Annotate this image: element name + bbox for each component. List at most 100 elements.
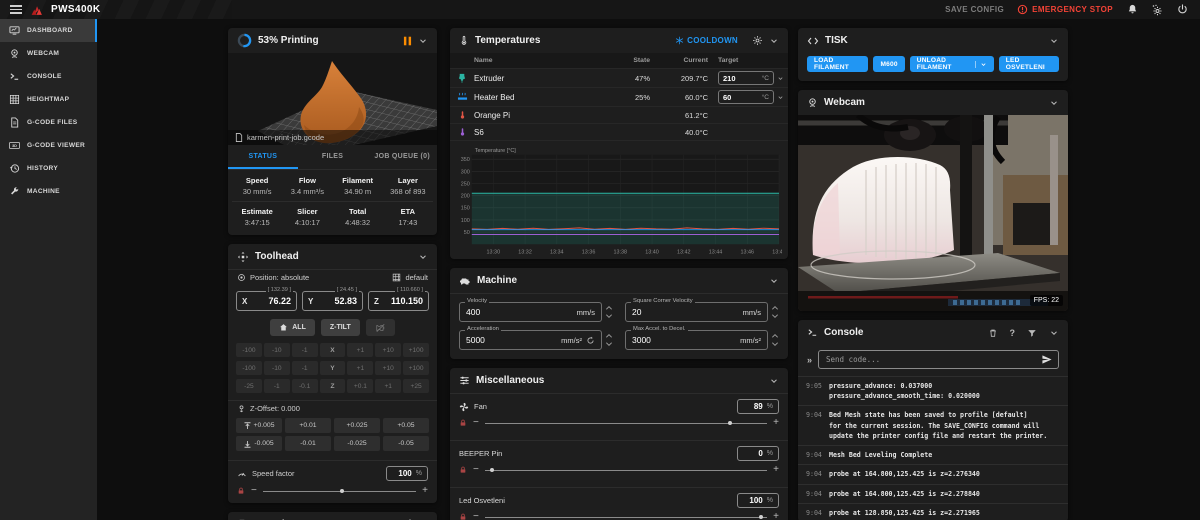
stepper-buttons[interactable]: [605, 333, 613, 347]
z-offset-down-button[interactable]: -0.05: [383, 436, 429, 451]
beeper-pin-input[interactable]: 0 %: [737, 446, 779, 461]
plus-button[interactable]: +: [773, 418, 779, 428]
z-tilt-button[interactable]: Z-TILT: [321, 319, 360, 336]
cooldown-button[interactable]: COOLDOWN: [675, 36, 738, 45]
home-all-button[interactable]: ALL: [270, 319, 315, 336]
help-icon[interactable]: ?: [1010, 328, 1016, 338]
axis-z-box[interactable]: [ 110.660 ] Z 110.150: [368, 291, 429, 311]
menu-icon[interactable]: [10, 5, 22, 14]
z-offset-down-button[interactable]: -0.005: [236, 436, 282, 451]
tab-job-queue[interactable]: JOB QUEUE (0): [367, 145, 437, 169]
sidebar-item-gcode-viewer[interactable]: 3D G-CODE VIEWER: [0, 134, 97, 157]
chevron-down-icon[interactable]: [1049, 328, 1059, 338]
jog-button[interactable]: -1: [264, 379, 290, 393]
led-osvetleni-input[interactable]: 100 %: [737, 493, 779, 508]
jog-button[interactable]: +1: [347, 361, 373, 375]
sidebar-item-dashboard[interactable]: DASHBOARD: [0, 19, 97, 42]
unload-filament-button[interactable]: UNLOAD FILAMENT: [910, 56, 994, 72]
jog-button[interactable]: -0.1: [292, 379, 318, 393]
chevron-down-icon[interactable]: [777, 94, 784, 101]
jog-button[interactable]: -100: [236, 343, 262, 357]
velocity-input[interactable]: Velocity 400 mm/s: [459, 302, 602, 322]
chevron-down-icon[interactable]: [1049, 98, 1059, 108]
jog-button[interactable]: -100: [236, 361, 262, 375]
chevron-down-icon[interactable]: [418, 252, 428, 262]
jog-button[interactable]: +1: [347, 343, 373, 357]
motors-off-button[interactable]: [366, 319, 395, 336]
square-corner-velocity-input[interactable]: Square Corner Velocity 20 mm/s: [625, 302, 768, 322]
minus-button[interactable]: −: [473, 418, 479, 428]
emergency-stop-button[interactable]: EMERGENCY STOP: [1017, 4, 1113, 15]
plus-button[interactable]: +: [773, 465, 779, 475]
chevron-down-icon[interactable]: [769, 276, 779, 286]
beeper-slider[interactable]: [485, 465, 767, 475]
lock-icon[interactable]: [459, 466, 467, 474]
lock-icon[interactable]: [459, 419, 467, 427]
console-log[interactable]: 9:05 pressure_advance: 0.037000 pressure…: [798, 376, 1068, 520]
target-temp-input[interactable]: 210 °C: [718, 71, 774, 85]
plus-button[interactable]: +: [422, 486, 428, 496]
console-input[interactable]: [818, 350, 1059, 369]
chevron-down-icon[interactable]: [769, 36, 779, 46]
sidebar-item-history[interactable]: HISTORY: [0, 157, 97, 180]
save-config-button[interactable]: SAVE CONFIG: [945, 5, 1004, 14]
tab-files[interactable]: FILES: [298, 145, 368, 169]
speed-factor-input[interactable]: 100 %: [386, 466, 428, 481]
lock-icon[interactable]: [459, 513, 467, 520]
jog-button[interactable]: -1: [292, 343, 318, 357]
fan-input[interactable]: 89 %: [737, 399, 779, 414]
settings-icon[interactable]: [1151, 4, 1163, 16]
z-offset-up-button[interactable]: +0.025: [334, 418, 380, 433]
dropdown-arrow-icon[interactable]: [975, 61, 987, 68]
minus-button[interactable]: −: [473, 512, 479, 520]
axis-y-box[interactable]: [ 24.45 ] Y 52.83: [302, 291, 363, 311]
minus-button[interactable]: −: [473, 465, 479, 475]
jog-button[interactable]: +10: [375, 343, 401, 357]
sidebar-item-gcode-files[interactable]: G-CODE FILES: [0, 111, 97, 134]
stepper-buttons[interactable]: [771, 305, 779, 319]
reset-icon[interactable]: [586, 336, 595, 345]
plus-button[interactable]: +: [773, 512, 779, 520]
z-offset-up-button[interactable]: +0.005: [236, 418, 282, 433]
jog-button[interactable]: +0.1: [347, 379, 373, 393]
send-icon[interactable]: [1041, 354, 1053, 365]
bed-mesh-profile-label[interactable]: default: [405, 273, 428, 282]
target-temp-input[interactable]: 60 °C: [718, 90, 774, 104]
jog-button[interactable]: +25: [403, 379, 429, 393]
jog-button[interactable]: -10: [264, 343, 290, 357]
gear-icon[interactable]: [752, 35, 763, 46]
jog-button[interactable]: -10: [264, 361, 290, 375]
stepper-buttons[interactable]: [771, 333, 779, 347]
led-osvetleni-button[interactable]: LED OSVETLENI: [999, 56, 1059, 72]
load-filament-button[interactable]: LOAD FILAMENT: [807, 56, 868, 72]
power-icon[interactable]: [1176, 4, 1188, 16]
jog-button[interactable]: +1: [375, 379, 401, 393]
speed-factor-slider[interactable]: [263, 486, 416, 496]
stepper-buttons[interactable]: [605, 305, 613, 319]
sidebar-item-webcam[interactable]: WEBCAM: [0, 42, 97, 65]
chevron-down-icon[interactable]: [769, 376, 779, 386]
z-offset-down-button[interactable]: -0.01: [285, 436, 331, 451]
led-slider[interactable]: [485, 512, 767, 520]
sidebar-item-machine[interactable]: MACHINE: [0, 180, 97, 203]
acceleration-input[interactable]: Acceleration 5000 mm/s²: [459, 330, 602, 350]
chevron-down-icon[interactable]: [418, 36, 428, 46]
sidebar-item-heightmap[interactable]: HEIGHTMAP: [0, 88, 97, 111]
z-offset-up-button[interactable]: +0.01: [285, 418, 331, 433]
fan-slider[interactable]: [485, 418, 767, 428]
lock-icon[interactable]: [237, 487, 245, 495]
chevron-down-icon[interactable]: [1049, 36, 1059, 46]
max-accel-to-decel-input[interactable]: Max Accel. to Decel. 3000 mm/s²: [625, 330, 768, 350]
trash-icon[interactable]: [988, 328, 998, 338]
jog-button[interactable]: +10: [375, 361, 401, 375]
minus-button[interactable]: −: [251, 486, 257, 496]
jog-button[interactable]: +100: [403, 343, 429, 357]
m600-button[interactable]: M600: [873, 56, 904, 72]
tab-status[interactable]: STATUS: [228, 145, 298, 169]
jog-button[interactable]: -25: [236, 379, 262, 393]
chevron-down-icon[interactable]: [777, 75, 784, 82]
notifications-bell-icon[interactable]: [1126, 4, 1138, 16]
jog-button[interactable]: -1: [292, 361, 318, 375]
filter-icon[interactable]: [1027, 328, 1037, 338]
jog-button[interactable]: +100: [403, 361, 429, 375]
